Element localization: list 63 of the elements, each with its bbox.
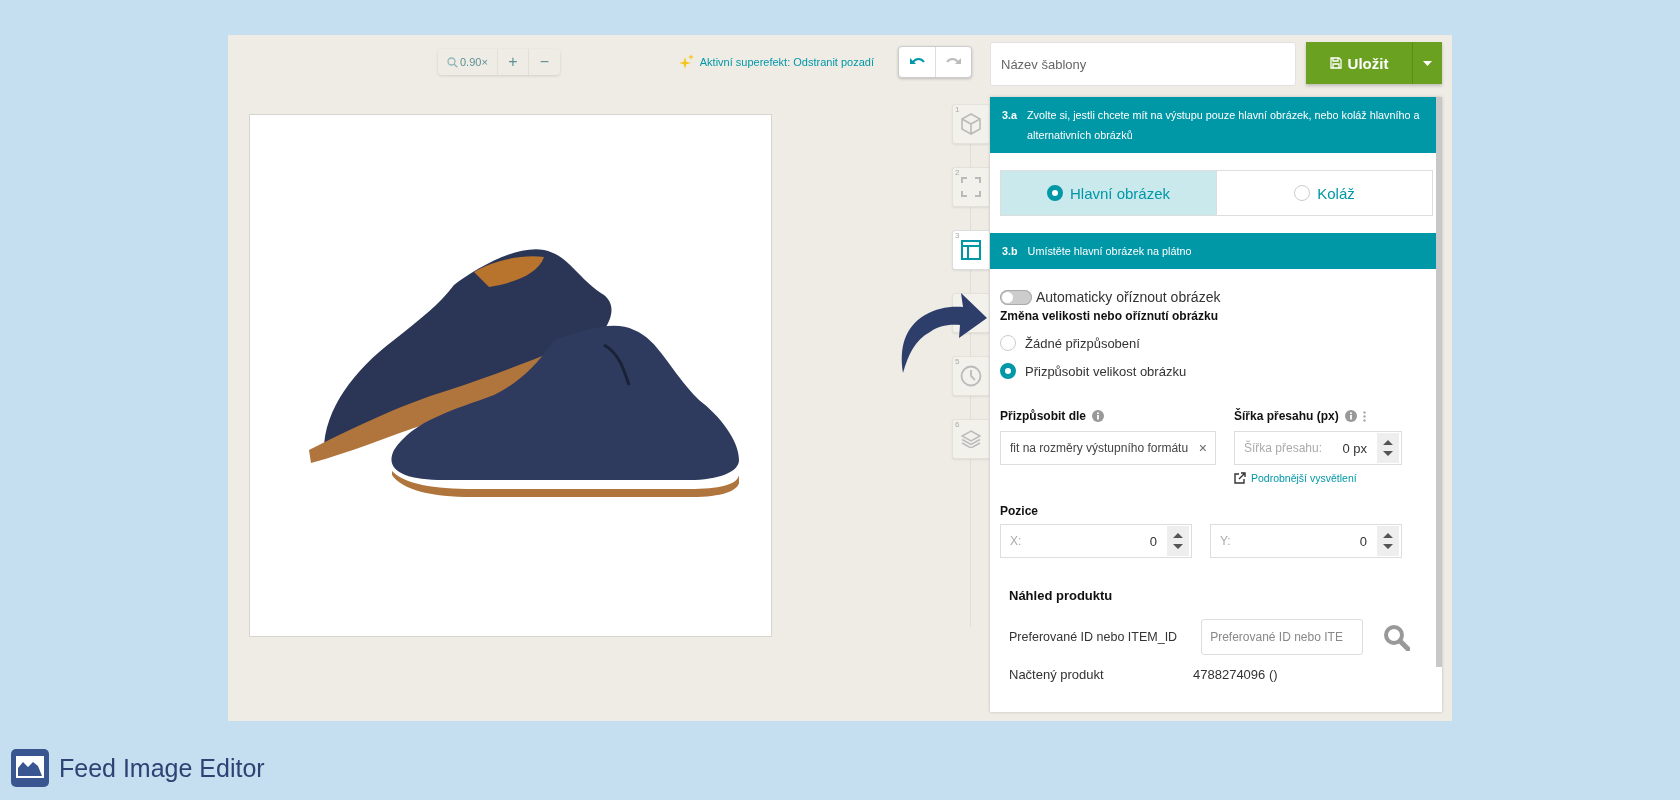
position-field[interactable]: X: 0 — [1000, 524, 1192, 558]
field-value: 0 — [1359, 533, 1368, 549]
image-icon — [11, 749, 49, 787]
section-code: 3.a — [1002, 108, 1017, 123]
cube-icon — [961, 113, 981, 135]
step-number: 6 — [955, 420, 960, 429]
kebab-icon — [1362, 410, 1366, 422]
section-title: Zvolte si, jestli chcete mít na výstupu pouze hlavní obrázek, nebo koláž hlavního a alternativních obrázků — [1027, 108, 1421, 143]
radio-button[interactable] — [1000, 335, 1016, 351]
details-link[interactable]: Podrobnější vysvětlení — [1251, 472, 1357, 484]
product-id-value: 4788274096 () — [1193, 667, 1278, 682]
radio-icon — [1046, 185, 1063, 201]
info-icon — [1344, 410, 1357, 422]
caret-icon — [1423, 60, 1432, 66]
step-tab[interactable]: 6 — [952, 419, 989, 459]
field-prefix: Šířka přesahu: — [1243, 441, 1324, 455]
external-link-icon — [1234, 472, 1246, 484]
field-label: Šířka přesahu (px) — [1234, 409, 1339, 423]
select-value: fit na rozměry výstupního formátu — [1010, 441, 1189, 455]
fit-select[interactable]: fit na rozměry výstupního formátu × — [1000, 431, 1216, 465]
template-name-field[interactable]: Název šablony — [990, 42, 1296, 86]
group-heading: Změna velikosti nebo oříznutí obrázku — [1000, 309, 1220, 323]
spinner-icon[interactable] — [1167, 526, 1189, 556]
clear-button[interactable]: × — [1198, 440, 1207, 456]
spinner-icon[interactable] — [1377, 433, 1399, 463]
position-field[interactable]: Y: 0 — [1210, 524, 1402, 558]
field-value: 0 px — [1342, 440, 1368, 456]
layers-icon — [961, 430, 981, 448]
field-label: Přizpůsobit dle — [1000, 409, 1086, 423]
step-tab[interactable]: 1 — [952, 104, 989, 144]
field-prefix: X: — [1009, 534, 1023, 548]
expand-icon — [961, 177, 981, 197]
info-icon — [1092, 410, 1104, 422]
app-name: Feed Image Editor — [59, 753, 265, 783]
field-label: Preferované ID nebo ITEM_ID — [1009, 630, 1178, 644]
step-number: 3 — [955, 231, 960, 240]
toggle-switch[interactable] — [1000, 289, 1032, 305]
overlap-field[interactable]: Šířka přesahu: 0 px — [1234, 431, 1402, 465]
radio-label: Přizpůsobit velikost obrázku — [1025, 363, 1187, 379]
field-prefix: Y: — [1219, 534, 1232, 548]
preview-heading: Náhled produktu — [1009, 588, 1114, 603]
section-code: 3.b — [1002, 244, 1018, 259]
save-button[interactable]: Uložit — [1306, 42, 1412, 84]
field-label: Načtený produkt — [1009, 667, 1105, 682]
radio-icon — [1294, 185, 1311, 201]
step-number: 1 — [955, 105, 960, 114]
group-heading: Pozice — [1000, 504, 1039, 518]
layout-icon — [961, 240, 981, 260]
search-icon[interactable] — [1383, 623, 1411, 651]
product-id-field[interactable]: Preferované ID nebo ITE — [1201, 619, 1364, 655]
radio-button[interactable] — [1000, 363, 1016, 379]
section-title: Umístěte hlavní obrázek na plátno — [1027, 244, 1192, 259]
step-number: 5 — [955, 357, 960, 366]
toggle-label: Automaticky oříznout obrázek — [1036, 289, 1221, 305]
active-effect-text: Aktivní superefekt: Odstranit pozadí — [699, 56, 874, 68]
search-icon — [447, 56, 458, 68]
clock-icon — [960, 365, 982, 387]
step-tab[interactable]: 3 — [952, 230, 989, 270]
radio-label: Žádné přizpůsobení — [1025, 335, 1140, 351]
image-mode-option[interactable]: Hlavní obrázek — [1001, 171, 1216, 215]
field-value: 0 — [1149, 533, 1158, 549]
step-tab[interactable]: 5 — [952, 356, 989, 396]
spinner-icon[interactable] — [1377, 526, 1399, 556]
